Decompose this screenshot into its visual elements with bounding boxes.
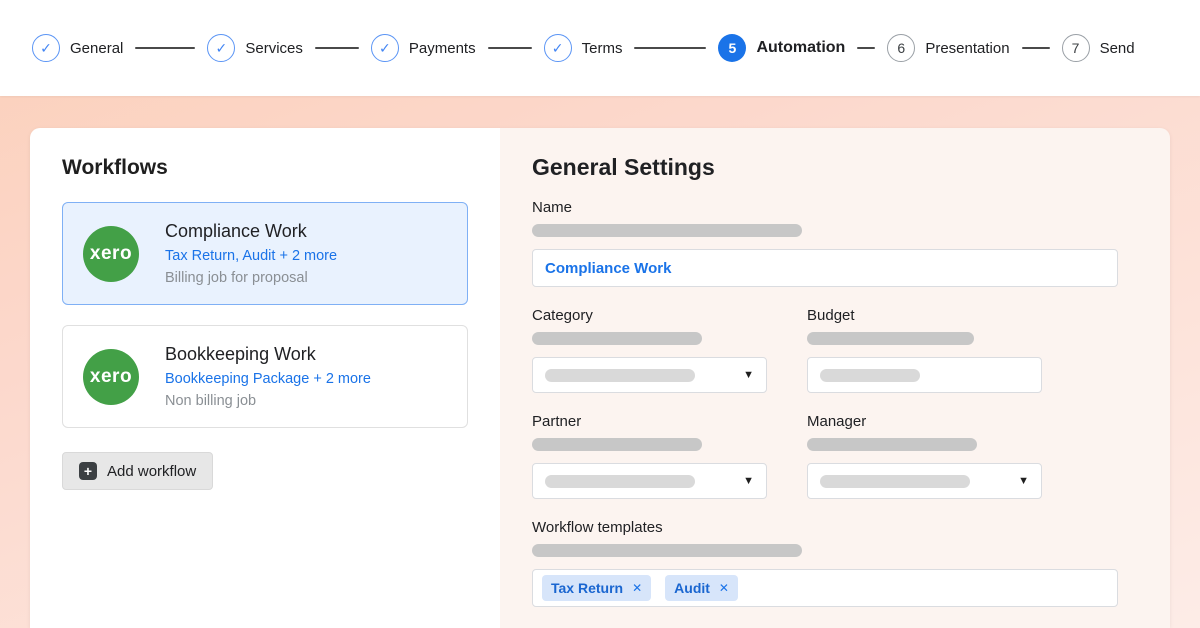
chevron-down-icon: ▼ [1018,474,1029,487]
chip-label: Tax Return [551,580,624,596]
plus-icon: + [79,462,97,480]
workflow-billing-type: Non billing job [165,393,257,409]
template-chip-tax-return: Tax Return ✕ [542,575,652,601]
step-number-badge: 6 [887,34,916,62]
template-chip-audit: Audit ✕ [665,575,738,601]
step-label: Services [245,39,303,57]
chevron-down-icon: ▼ [743,368,754,381]
chip-remove-icon[interactable]: ✕ [632,582,642,594]
step-label: Presentation [925,39,1010,57]
skeleton-bar [820,368,920,382]
skeleton-bar [532,438,702,451]
budget-label: Budget [807,307,855,324]
step-connector [857,47,876,49]
workflow-name: Compliance Work [165,221,307,241]
automation-card: Workflows xero Compliance Work Tax Retur… [30,128,1170,628]
skeleton-bar [807,438,977,451]
skeleton-bar [820,474,970,488]
check-icon: ✓ [207,34,236,62]
add-workflow-label: Add workflow [107,462,197,480]
workflow-templates-input[interactable]: Tax Return ✕ Audit ✕ [532,569,1118,607]
manager-select[interactable]: ▼ [807,463,1042,499]
check-icon: ✓ [370,34,399,62]
skeleton-bar [532,224,802,237]
step-connector [634,47,707,49]
workflow-item-text: Bookkeeping Work Bookkeeping Package + 2… [165,344,371,409]
workflow-services-link[interactable]: Bookkeeping Package + 2 more [165,371,371,387]
step-connector [487,47,532,49]
workflow-item-compliance[interactable]: xero Compliance Work Tax Return, Audit +… [62,202,468,305]
page-body: Workflows xero Compliance Work Tax Retur… [0,96,1200,628]
step-general[interactable]: ✓ General [32,34,123,62]
chip-remove-icon[interactable]: ✕ [719,582,729,594]
workflow-item-bookkeeping[interactable]: xero Bookkeeping Work Bookkeeping Packag… [62,325,468,428]
add-workflow-button[interactable]: + Add workflow [62,452,214,490]
partner-select[interactable]: ▼ [532,463,767,499]
skeleton-bar [532,544,802,557]
skeleton-bar [532,332,702,345]
check-icon: ✓ [32,34,60,62]
skeleton-bar [545,474,695,488]
step-label: Payments [408,39,476,57]
step-label: Terms [581,39,623,57]
step-payments[interactable]: ✓ Payments [370,34,476,62]
name-value: Compliance Work [545,259,672,277]
wizard-stepper: ✓ General ✓ Services ✓ Payments ✓ Terms … [0,0,1200,96]
step-automation[interactable]: 5 Automation [718,34,845,62]
workflow-name: Bookkeeping Work [165,344,316,364]
partner-label: Partner [532,413,582,430]
step-terms[interactable]: ✓ Terms [543,34,623,62]
name-label: Name [532,199,573,216]
budget-input[interactable] [807,357,1042,393]
workflow-item-text: Compliance Work Tax Return, Audit + 2 mo… [165,221,337,286]
name-input[interactable]: Compliance Work [532,249,1118,287]
xero-logo-icon: xero [83,225,139,282]
workflows-title: Workflows [62,156,168,179]
skeleton-bar [545,368,695,382]
workflows-panel: Workflows xero Compliance Work Tax Retur… [30,128,500,628]
step-services[interactable]: ✓ Services [207,34,303,62]
step-label: Automation [756,39,846,56]
manager-label: Manager [807,413,867,430]
general-settings-panel: General Settings Name Compliance Work Ca… [500,128,1170,628]
category-label: Category [532,307,593,324]
check-icon: ✓ [543,34,572,62]
chevron-down-icon: ▼ [743,474,754,487]
general-settings-title: General Settings [532,154,715,180]
skeleton-bar [807,332,974,345]
workflow-services-link[interactable]: Tax Return, Audit + 2 more [165,248,337,264]
workflow-templates-label: Workflow templates [532,519,663,536]
chip-label: Audit [674,580,710,596]
step-label: Send [1099,39,1135,57]
step-connector [1021,47,1050,49]
xero-logo-icon: xero [83,348,139,405]
step-connector [135,47,196,49]
step-presentation[interactable]: 6 Presentation [887,34,1010,62]
step-number-badge: 7 [1061,34,1090,62]
step-send[interactable]: 7 Send [1061,34,1135,62]
step-number-badge: 5 [718,34,747,62]
category-select[interactable]: ▼ [532,357,767,393]
step-connector [314,47,359,49]
workflow-billing-type: Billing job for proposal [165,270,308,286]
step-label: General [70,39,124,57]
